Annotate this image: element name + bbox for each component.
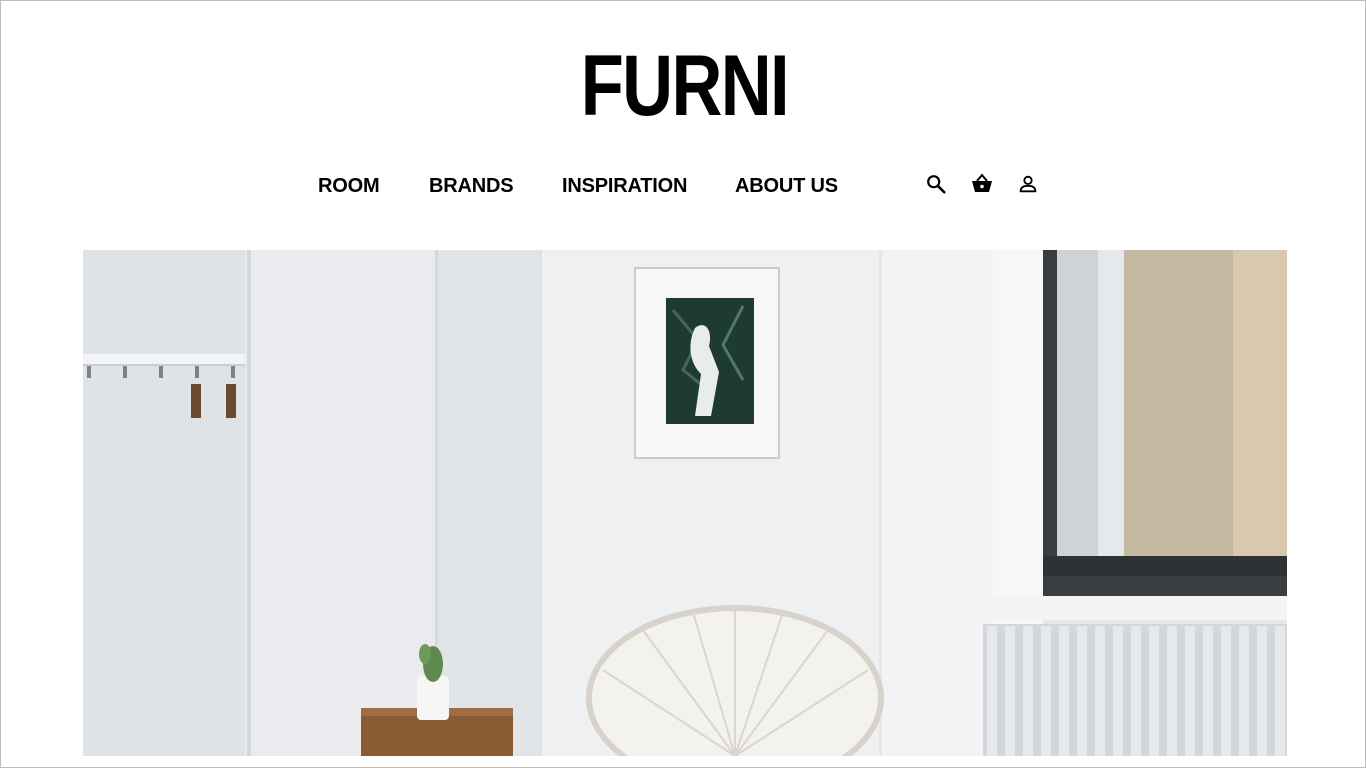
header-logo-area: FURNI — [1, 41, 1365, 131]
cart-button[interactable] — [969, 171, 995, 197]
page: FURNI ROOM BRANDS INSPIRATION ABOUT US — [0, 0, 1366, 768]
hero-image — [83, 250, 1287, 756]
hero-room-illustration — [83, 250, 1287, 756]
nav-item-room[interactable]: ROOM — [318, 173, 380, 199]
search-icon — [927, 175, 946, 194]
user-icon — [1019, 175, 1037, 193]
nav-item-brands[interactable]: BRANDS — [429, 173, 514, 199]
basket-icon — [972, 173, 992, 192]
nav-item-inspiration[interactable]: INSPIRATION — [562, 173, 687, 199]
search-button[interactable] — [923, 171, 949, 197]
brand-logo[interactable]: FURNI — [580, 41, 789, 131]
account-button[interactable] — [1015, 171, 1041, 197]
nav-item-about-us[interactable]: ABOUT US — [735, 173, 838, 199]
main-nav: ROOM BRANDS INSPIRATION ABOUT US — [1, 173, 1365, 199]
